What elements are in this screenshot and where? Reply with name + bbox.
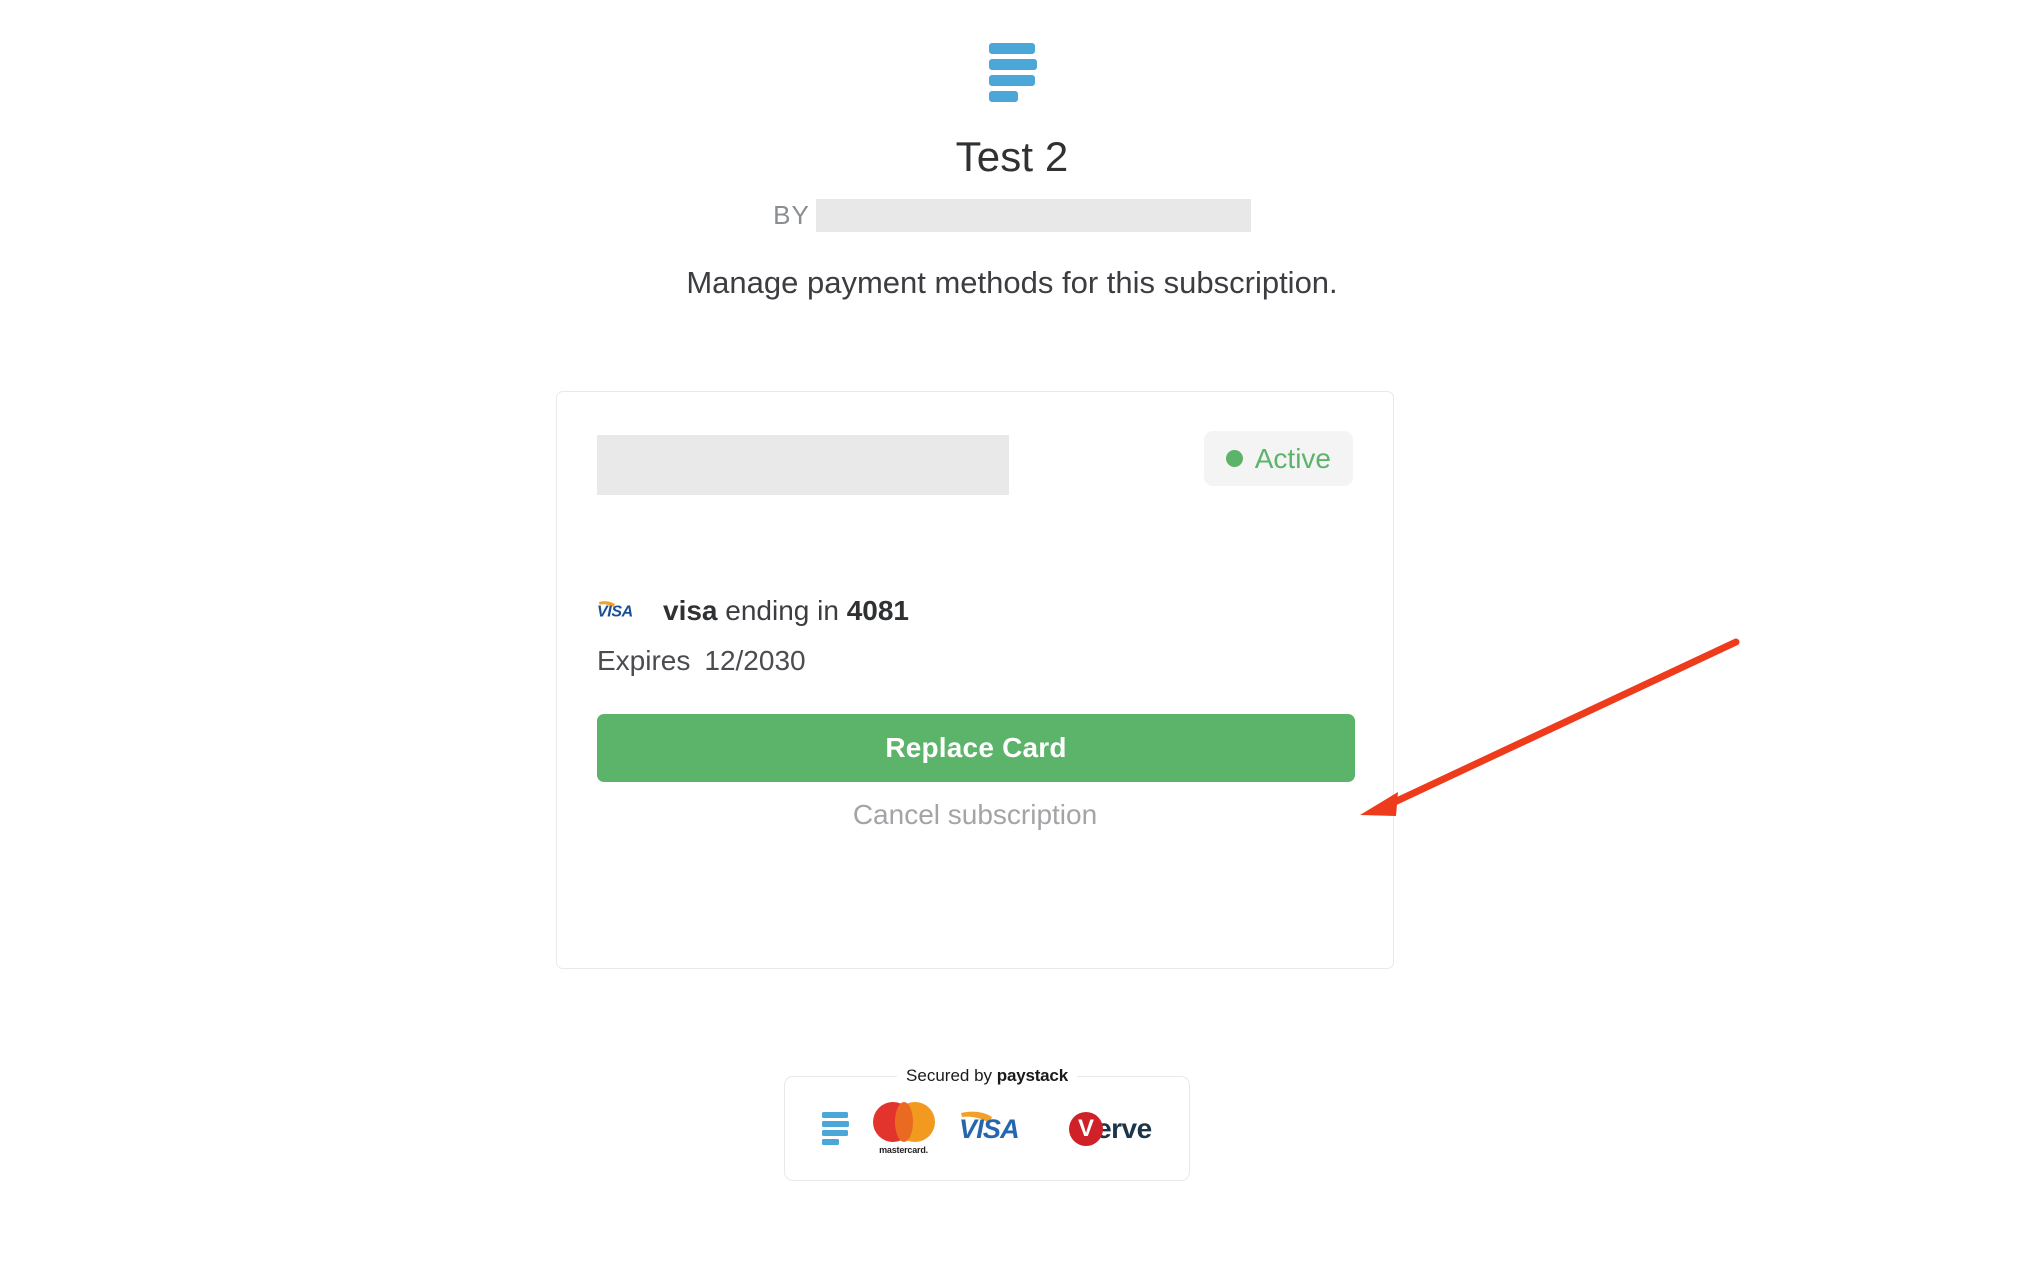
secured-by-prefix: Secured by — [906, 1066, 993, 1085]
card-brand-label: visa — [663, 595, 718, 626]
accepted-payment-methods: mastercard. VISA V erve — [784, 1076, 1190, 1181]
mastercard-label: mastercard. — [879, 1145, 928, 1155]
byline: BY — [773, 198, 1251, 232]
plan-name-redacted — [597, 435, 1009, 495]
page-root: Test 2 BY Manage payment methods for thi… — [0, 0, 2024, 1270]
secured-by-label: Secured by paystack — [897, 1066, 1077, 1086]
card-ending-text: ending in — [725, 595, 839, 626]
replace-card-button[interactable]: Replace Card — [597, 714, 1355, 782]
mastercard-icon: mastercard. — [872, 1102, 935, 1155]
status-badge-label: Active — [1254, 442, 1331, 474]
svg-text:VISA: VISA — [959, 1114, 1019, 1142]
payment-method-description: visa ending in 4081 — [663, 595, 909, 627]
card-last4: 4081 — [846, 595, 910, 626]
status-dot-icon — [1225, 450, 1243, 467]
page-title: Test 2 — [955, 133, 1069, 180]
visa-icon: VISA — [597, 600, 649, 623]
subscription-card-header: Active — [557, 392, 1393, 512]
accepted-method-verve: V erve — [1069, 1101, 1152, 1157]
verve-label: erve — [1096, 1112, 1152, 1144]
accepted-method-mastercard: mastercard. — [872, 1101, 935, 1157]
accepted-method-paystack — [822, 1101, 850, 1157]
annotation-arrow — [1360, 638, 1740, 816]
visa-icon: VISA — [959, 1110, 1045, 1147]
status-badge: Active — [1203, 431, 1353, 486]
paystack-bars-icon — [989, 43, 1037, 102]
page-subtitle: Manage payment methods for this subscrip… — [686, 265, 1338, 301]
subscription-card: Active VISA visa ending in 4081 Expires … — [556, 391, 1394, 969]
accepted-method-visa: VISA — [959, 1101, 1045, 1157]
page-header: Test 2 BY Manage payment methods for thi… — [0, 0, 2024, 301]
verve-initial: V — [1078, 1114, 1095, 1142]
secured-by-footer: Secured by paystack mastercard. VISA V e… — [784, 1066, 1190, 1181]
byline-label: BY — [773, 199, 810, 230]
payment-method-row: VISA visa ending in 4081 — [597, 595, 909, 627]
card-expiry-value: 12/2030 — [704, 645, 806, 676]
mastercard-circles — [872, 1102, 935, 1142]
svg-text:VISA: VISA — [597, 603, 633, 618]
verve-icon: V erve — [1069, 1111, 1152, 1146]
card-expiry-label: Expires — [597, 645, 691, 676]
verve-badge: V — [1069, 1111, 1104, 1146]
card-expiry-row: Expires 12/2030 — [597, 645, 806, 677]
paystack-icon — [822, 1112, 850, 1145]
byline-redacted-value — [815, 198, 1251, 232]
cancel-subscription-link[interactable]: Cancel subscription — [557, 799, 1393, 831]
secured-by-brand: paystack — [996, 1066, 1068, 1085]
